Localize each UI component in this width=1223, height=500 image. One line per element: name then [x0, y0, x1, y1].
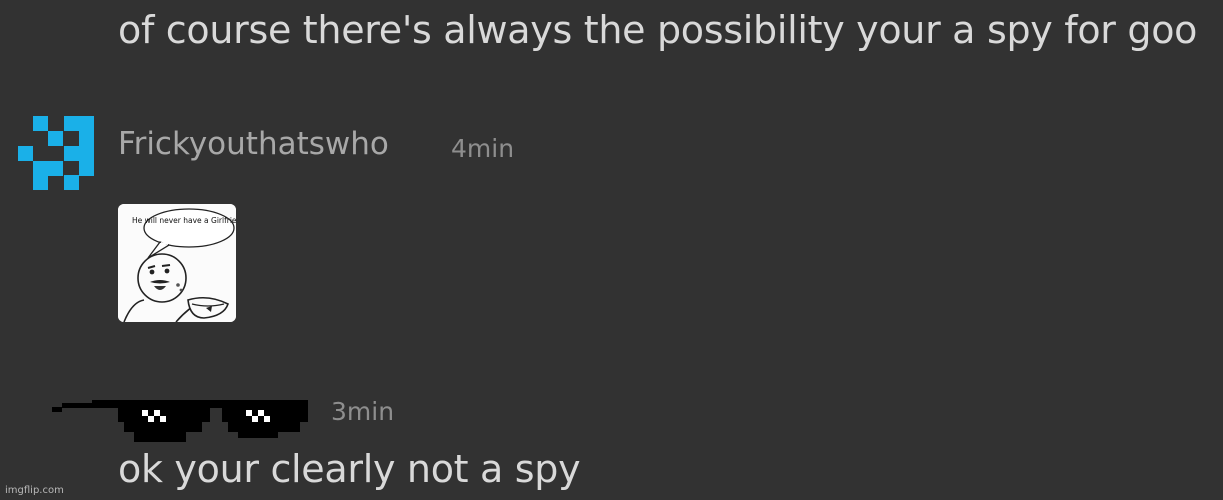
speech-bubble-text: He will never have a Girlfriend	[132, 216, 236, 225]
comment-author[interactable]: Frickyouthatswho	[118, 126, 389, 162]
message-text: of course there's always the possibility…	[118, 8, 1198, 52]
svg-text:He will never have a Girlfrien: He will never have a Girlfriend	[132, 216, 236, 225]
message-text: ok your clearly not a spy	[118, 447, 581, 491]
comment-timestamp: 4min	[451, 134, 515, 163]
comment-timestamp: 3min	[331, 397, 395, 426]
pixel-sunglasses-icon	[52, 400, 308, 442]
meme-image[interactable]: He will never have a Girlfriend	[118, 204, 236, 322]
user-avatar-icon[interactable]	[18, 116, 94, 190]
watermark: imgflip.com	[5, 485, 64, 496]
cereal-guy-meme-icon: He will never have a Girlfriend	[118, 204, 236, 322]
